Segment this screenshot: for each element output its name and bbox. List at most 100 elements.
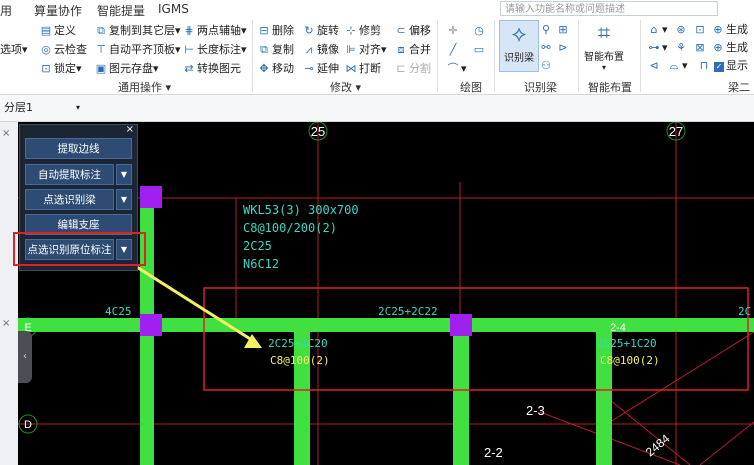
group-label-modify: 修改 ▾ xyxy=(330,81,362,94)
move-button[interactable]: ✥ 移动 xyxy=(258,61,294,77)
arc-draw-icon[interactable]: ⌒ ▾ xyxy=(447,61,467,77)
extract-edge-button[interactable]: 提取边线 xyxy=(25,138,132,159)
group-label-smart-layout: 智能布置 xyxy=(588,81,632,94)
beam-label-1: WKL53(3) 300x700 xyxy=(243,203,359,217)
beam-vertical-2 xyxy=(294,332,310,465)
tool-i-icon[interactable]: ⊓ xyxy=(698,58,712,74)
align-button[interactable]: ⊫ 对齐▾ xyxy=(345,42,386,58)
beam-horizontal xyxy=(0,318,754,332)
level-icon: ⊤ xyxy=(96,43,106,56)
ribbon: 选项▾ ▤ 定义 ◎ 云检查 ⊡ 锁定▾ ⧉ 复制到其它层▾ ⊤ 自动平齐顶板▾ ▣ 图元存… xyxy=(0,18,754,95)
auto-extract-dropdown[interactable]: ▼ xyxy=(116,164,132,185)
axis-icon: ⋕ xyxy=(184,24,194,37)
point-identify-dropdown[interactable]: ▼ xyxy=(116,189,132,210)
search-input[interactable]: 请输入功能名称或问题描述 xyxy=(500,1,718,16)
copy-to-other-layer-button[interactable]: ⧉ 复制到其它层▾ xyxy=(95,23,180,39)
column-1 xyxy=(140,186,162,208)
show-checkbox[interactable]: ✓ 显示 xyxy=(714,58,748,74)
merge-button[interactable]: ⧈ 合并 xyxy=(395,42,432,58)
lock-icon: ⊡ xyxy=(41,62,51,75)
tool-a-icon[interactable]: ⌂ ▾ xyxy=(648,22,668,38)
dimension-icon: ⊢ xyxy=(184,43,194,56)
beam-vertical-4 xyxy=(596,332,612,465)
point-identify-beam-button[interactable]: 点选识别梁 xyxy=(25,189,114,210)
label-2c25: 2C25+1C20 xyxy=(268,337,328,350)
trim-button[interactable]: ⊹ 修剪 xyxy=(345,23,381,39)
close-icon[interactable]: × xyxy=(2,128,10,139)
offset-button[interactable]: ⊂ 偏移 xyxy=(395,23,431,39)
tool-b-icon[interactable]: ⊛ xyxy=(675,22,689,38)
point-draw-icon[interactable]: ✛ xyxy=(447,23,461,39)
button-highlight-box xyxy=(13,232,146,266)
collapse-handle[interactable]: ‹ xyxy=(18,331,32,383)
rect-draw-icon[interactable]: ▭ xyxy=(473,42,487,58)
identify-tool-1-icon[interactable]: ⚲ xyxy=(540,22,554,38)
identify-tool-3-icon[interactable]: ⚯ xyxy=(540,40,554,56)
auto-extract-label-button[interactable]: 自动提取标注 xyxy=(25,164,114,185)
identify-beam-icon: ⟡ xyxy=(511,22,527,47)
group-label-identify-beam: 识别梁 xyxy=(524,81,557,94)
close-icon-2[interactable]: × xyxy=(2,318,10,329)
merge-icon: ⧈ xyxy=(397,43,405,56)
tool-d-icon[interactable]: ⊶ ▾ xyxy=(648,40,668,56)
extend-button[interactable]: ⊸ 延伸 xyxy=(303,61,339,77)
axis-label-D: D xyxy=(24,419,32,431)
menu-item-igms[interactable]: IGMS xyxy=(158,2,189,16)
beam-label-4: N6C12 xyxy=(243,257,279,271)
group-label-general: 通用操作 ▾ xyxy=(118,81,172,94)
identify-tool-5-icon[interactable]: ⚇ xyxy=(540,58,554,74)
line-draw-icon[interactable]: ╱ xyxy=(447,42,461,58)
offset-icon: ⊂ xyxy=(396,24,406,37)
label-2-3: 2-3 xyxy=(526,403,545,418)
tool-f-icon[interactable]: ⊠ xyxy=(694,40,708,56)
label-2-2: 2-2 xyxy=(484,445,503,460)
extend-icon: ⊸ xyxy=(304,62,314,75)
save-element-button[interactable]: ▣ 图元存盘▾ xyxy=(95,61,159,77)
left-side-strip: × × xyxy=(0,122,18,465)
panel-close-icon[interactable]: × xyxy=(126,124,134,135)
cloud-check-button[interactable]: ◎ 云检查 xyxy=(40,42,87,58)
group-label-beam-2: 梁二 xyxy=(728,81,750,94)
define-button[interactable]: ▤ 定义 xyxy=(40,23,76,39)
mirror-button[interactable]: ⩘ 镜像 xyxy=(303,42,339,58)
auto-level-top-button[interactable]: ⊤ 自动平齐顶板▾ xyxy=(95,42,180,58)
identify-tool-2-icon[interactable]: ⊞ xyxy=(557,22,571,38)
tool-g-icon[interactable]: ⊲ xyxy=(648,58,662,74)
chevron-left-icon: ‹ xyxy=(23,351,27,362)
axis-label-27: 27 xyxy=(669,124,683,139)
tool-h-icon[interactable]: ⌓ ▾ xyxy=(668,58,688,74)
label-4c25: 4C25 xyxy=(105,305,132,318)
copy-icon: ⧉ xyxy=(97,24,105,37)
clock-icon[interactable]: ◷ xyxy=(473,23,487,39)
tool-c-icon[interactable]: ⊡ xyxy=(694,22,708,38)
copy-button[interactable]: ⧉ 复制 xyxy=(258,42,294,58)
convert-element-button[interactable]: ⇄ 转换图元 xyxy=(183,61,241,77)
menu-item-smart-quantity[interactable]: 智能提量 xyxy=(97,2,145,19)
column-2 xyxy=(140,314,162,336)
define-icon: ▤ xyxy=(40,24,52,37)
split-button[interactable]: ⊏ 分割 xyxy=(395,61,431,77)
smart-layout-button[interactable]: ⌗ 智能布置 ▾ xyxy=(582,20,626,76)
rotate-button[interactable]: ↻ 旋转 xyxy=(303,23,339,39)
break-icon: ⋈ xyxy=(345,62,357,75)
options-button[interactable]: 选项▾ xyxy=(0,42,28,58)
beam-label-2: C8@100/200(2) xyxy=(243,221,337,235)
split-icon: ⊏ xyxy=(396,62,406,75)
length-dimension-button[interactable]: ⊢ 长度标注▾ xyxy=(183,42,246,58)
checkbox-checked-icon: ✓ xyxy=(714,62,724,72)
lock-button[interactable]: ⊡ 锁定▾ xyxy=(40,61,81,77)
copy-icon: ⧉ xyxy=(260,43,268,56)
delete-button[interactable]: ⊟ 删除 xyxy=(258,23,294,39)
break-button[interactable]: ⋈ 打断 xyxy=(345,61,382,77)
layer-select[interactable]: 分层1 ▾ xyxy=(4,99,84,116)
identify-beam-button[interactable]: ⟡ 识别梁 xyxy=(499,20,539,72)
save-element-icon: ▣ xyxy=(95,62,107,75)
menu-item-yong[interactable]: 用 xyxy=(0,2,12,19)
tool-e-icon[interactable]: ⚘ xyxy=(675,40,689,56)
generate-button-1[interactable]: ⊕ 生成 xyxy=(712,22,748,38)
menu-item-collab[interactable]: 算量协作 xyxy=(34,2,82,19)
generate-button-2[interactable]: ⊕ 生成 xyxy=(712,40,748,56)
identify-tool-4-icon[interactable]: ⊳ xyxy=(557,40,571,56)
two-point-axis-button[interactable]: ⋕ 两点辅轴▾ xyxy=(183,23,246,39)
mirror-icon: ⩘ xyxy=(305,43,313,56)
